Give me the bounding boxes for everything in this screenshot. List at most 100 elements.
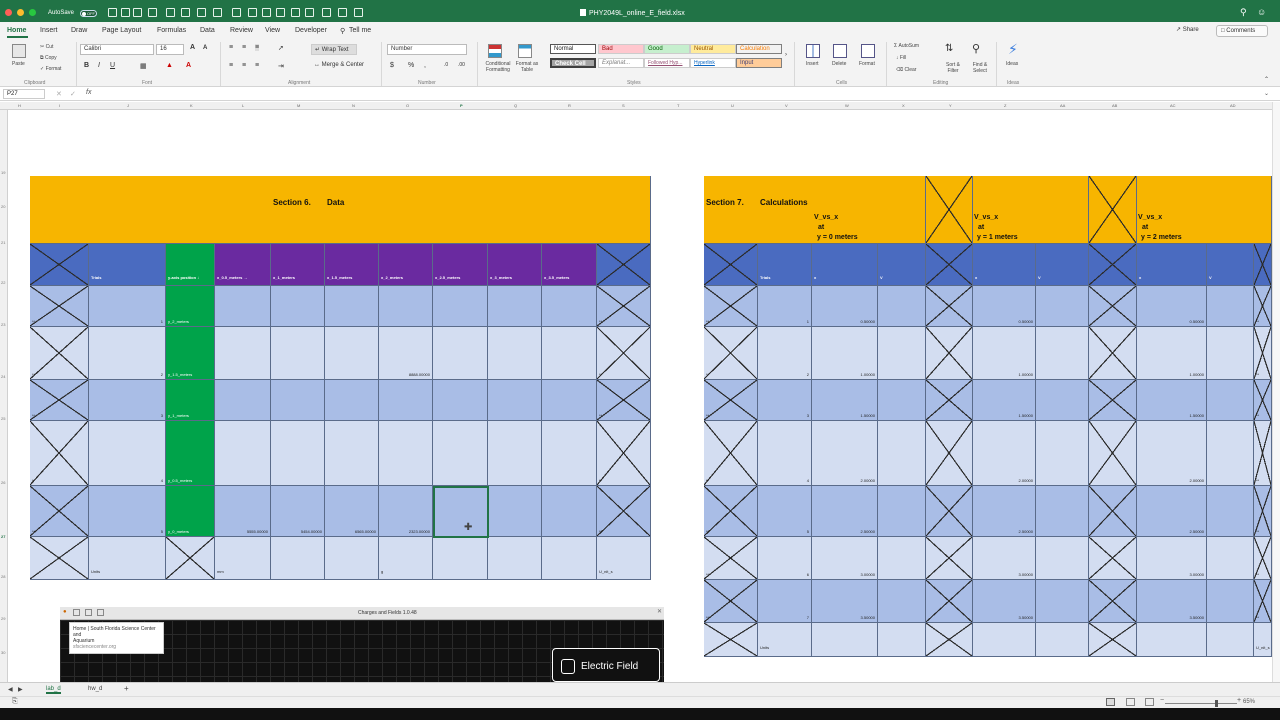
calc-cell[interactable] (1036, 486, 1089, 537)
format-icon[interactable] (248, 8, 257, 17)
calc-cell[interactable]: 3.00000 (812, 537, 878, 580)
tab-page-layout[interactable]: Page Layout (102, 27, 141, 34)
column-header[interactable]: V (785, 103, 788, 108)
data-cell[interactable] (379, 380, 433, 421)
data-cell[interactable]: 3 (89, 380, 166, 421)
units-cell[interactable] (542, 537, 597, 580)
data-cell[interactable] (325, 421, 379, 486)
increase-font-icon[interactable]: A (190, 44, 195, 51)
clear-button[interactable]: ⌫ Clear (896, 67, 916, 73)
column-header[interactable]: U (731, 103, 734, 108)
calc-cell[interactable]: 3.50000 (1137, 580, 1207, 623)
calc-cell[interactable]: 2 (758, 327, 812, 380)
redo-icon[interactable] (166, 8, 175, 17)
calc-cell[interactable] (878, 286, 926, 327)
search-icon[interactable]: ⚲ (1240, 8, 1247, 17)
style-hyperlink[interactable]: Hyperlink (690, 58, 736, 68)
share-button[interactable]: ↗ Share (1176, 26, 1210, 37)
calc-cell[interactable]: 4 (758, 421, 812, 486)
add-sheet-button[interactable]: + (124, 684, 129, 693)
units-cell[interactable] (325, 537, 379, 580)
font-color-icon[interactable]: A (186, 62, 191, 69)
style-good[interactable]: Good (644, 44, 690, 54)
crossed-cell[interactable]: ** (704, 327, 758, 380)
tab-tell-me[interactable]: Tell me (349, 27, 371, 34)
data-cell[interactable] (215, 327, 271, 380)
data-cell[interactable]: y_2_meters (166, 286, 215, 327)
crossed-cell[interactable]: ** (597, 421, 651, 486)
crossed-cell[interactable]: ** (30, 421, 89, 486)
crossed-cell[interactable] (926, 580, 973, 623)
row-header-selected[interactable]: 27 (1, 534, 5, 539)
confirm-entry-icon[interactable]: ✓ (70, 90, 76, 98)
crossed-cell[interactable]: ** (704, 380, 758, 421)
data-cell[interactable] (271, 286, 325, 327)
style-bad[interactable]: Bad (598, 44, 644, 54)
font-name-select[interactable]: Calibri (80, 44, 154, 55)
calc-cell[interactable]: 2.00000 (812, 421, 878, 486)
calc-cell[interactable]: 2.50000 (812, 486, 878, 537)
header-cell[interactable]: x_3_meters (488, 244, 542, 286)
table-icon[interactable] (197, 8, 206, 17)
calc-cell[interactable] (1207, 537, 1254, 580)
data-cell[interactable]: y_1.5_meters (166, 327, 215, 380)
header-cell[interactable]: x_0.5_meters → (215, 244, 271, 286)
insert-cells-button[interactable]: Insert (806, 61, 819, 67)
tab-developer[interactable]: Developer (295, 27, 327, 34)
ideas-icon[interactable]: ⚡ (1008, 41, 1018, 58)
style-followed-hyperlink[interactable]: Followed Hyp... (644, 58, 690, 68)
crossed-cell[interactable] (926, 286, 973, 327)
data-cell[interactable] (542, 421, 597, 486)
crossed-cell[interactable] (1089, 537, 1137, 580)
style-input[interactable]: Input (736, 58, 782, 68)
next-sheet-icon[interactable]: ▶ (18, 686, 23, 693)
crossed-cell[interactable]: ** (1254, 580, 1272, 623)
column-header[interactable]: J (127, 103, 129, 108)
calc-cell[interactable] (878, 580, 926, 623)
row-header[interactable]: 21 (1, 240, 5, 245)
calc-cell[interactable] (878, 537, 926, 580)
crossed-cell[interactable] (926, 327, 973, 380)
data-cell[interactable] (379, 286, 433, 327)
freeze-icon[interactable] (305, 8, 314, 17)
column-header[interactable]: AB (1112, 103, 1117, 108)
calc-cell[interactable] (1207, 421, 1254, 486)
crossed-cell[interactable]: ** (1254, 380, 1272, 421)
crossed-cell[interactable]: ** (704, 421, 758, 486)
sheet-icon[interactable] (338, 8, 347, 17)
header-cell[interactable]: x (1137, 244, 1207, 286)
calc-cell[interactable]: 2.00000 (973, 421, 1036, 486)
italic-button[interactable]: I (98, 62, 100, 69)
collapse-ribbon-icon[interactable]: ⌃ (1264, 76, 1269, 83)
units-cell[interactable] (271, 537, 325, 580)
crossed-cell[interactable] (926, 623, 973, 657)
delete-cells-button[interactable]: Delete (832, 61, 846, 67)
data-cell[interactable]: y_1_meters (166, 380, 215, 421)
calc-cell[interactable]: 5 (758, 486, 812, 537)
borders-icon[interactable] (181, 8, 190, 17)
tab-formulas[interactable]: Formulas (157, 27, 186, 34)
expand-formula-icon[interactable]: ⌄ (1264, 90, 1269, 97)
more-icon[interactable] (354, 8, 363, 17)
crossed-cell[interactable]: ** (597, 486, 651, 537)
calc-cell[interactable]: 3.00000 (1137, 537, 1207, 580)
calc-cell[interactable]: 3.50000 (973, 580, 1036, 623)
style-calculation[interactable]: Calculation (736, 44, 782, 54)
column-header[interactable]: O (406, 103, 409, 108)
data-cell[interactable]: 6565.00000 (325, 486, 379, 537)
crossed-cell[interactable]: ** (704, 537, 758, 580)
sheet-tab-hw-d[interactable]: hw_d (88, 686, 102, 692)
ideas-button[interactable]: Ideas (1006, 61, 1018, 67)
percent-icon[interactable]: % (408, 62, 414, 69)
print-icon[interactable] (133, 8, 142, 17)
accessibility-icon[interactable]: ⎘ (12, 698, 18, 706)
units-cell[interactable] (1207, 623, 1254, 657)
tab-data[interactable]: Data (200, 27, 215, 34)
number-format-select[interactable]: Number (387, 44, 467, 55)
calc-cell[interactable] (1036, 580, 1089, 623)
save-icon[interactable] (121, 8, 130, 17)
crossed-cell[interactable] (597, 244, 651, 286)
units-cell[interactable] (1036, 623, 1089, 657)
align-left-icon[interactable]: ≡ (229, 62, 233, 69)
crossed-cell[interactable] (1089, 623, 1137, 657)
